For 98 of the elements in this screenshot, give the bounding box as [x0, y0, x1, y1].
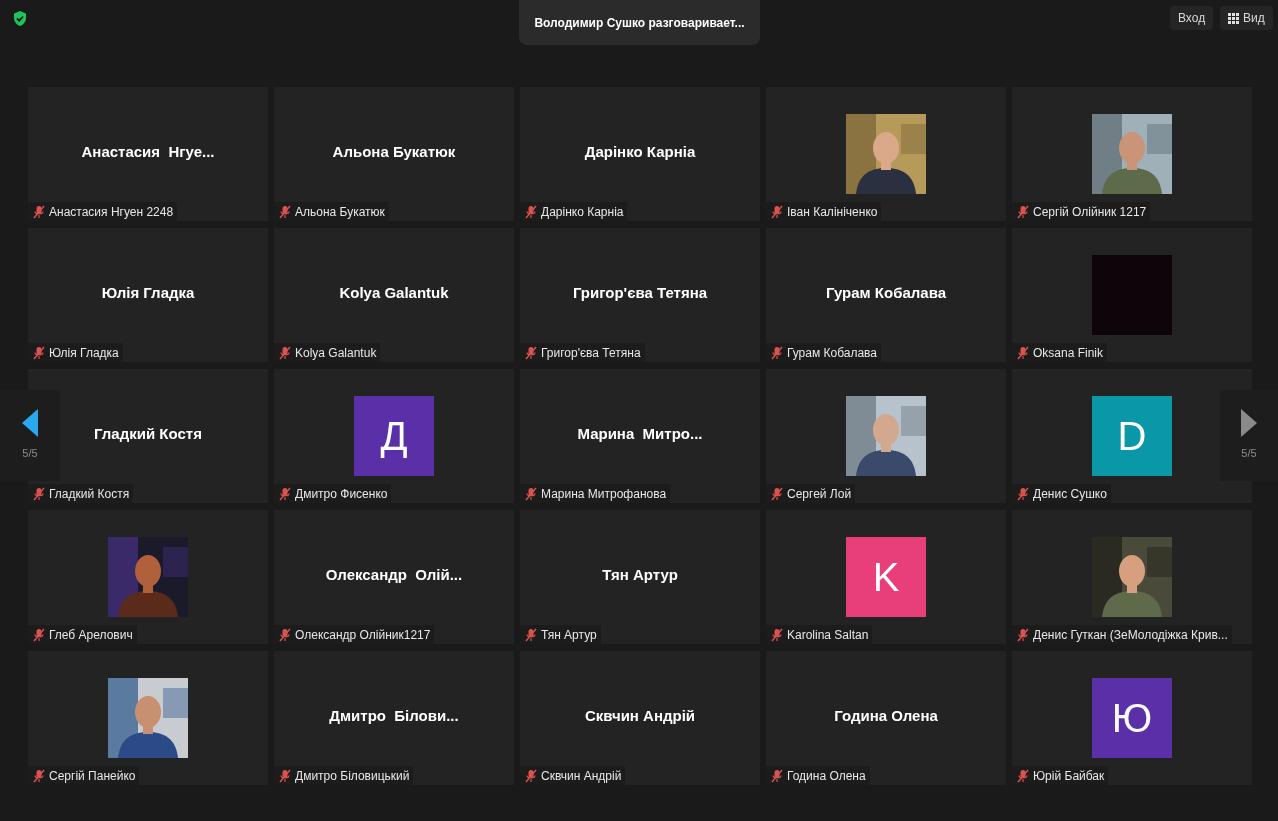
avatar-tile: Д [354, 396, 434, 476]
name-label: Гурам Кобалава [766, 343, 882, 362]
video-tile[interactable]: Сергій Олійник 1217 [1012, 87, 1252, 221]
avatar-tile: Ю [1092, 678, 1172, 758]
muted-mic-icon [771, 345, 783, 360]
video-tile[interactable]: Д Дмитро Фисенко [274, 369, 514, 503]
video-tile[interactable]: Дмитро Білови... Дмитро Біловицький [274, 651, 514, 785]
video-tile[interactable]: Kolya Galantuk Kolya Galantuk [274, 228, 514, 362]
muted-mic-icon [525, 627, 537, 642]
name-label: Денис Гуткан (ЗеМолодіжка Крив... [1012, 625, 1232, 644]
name-label: Олександр Олійник1217 [274, 625, 435, 644]
participant-name: Дмитро Білови... [329, 705, 459, 726]
name-label: Іван Калініченко [766, 202, 882, 221]
previous-page-button[interactable] [22, 409, 38, 438]
participant-name: Анастасия Нгуе... [81, 141, 215, 162]
muted-mic-icon [33, 486, 45, 501]
video-tile[interactable]: Сергій Панейко [28, 651, 268, 785]
muted-mic-icon [33, 204, 45, 219]
video-tile[interactable]: Марина Митро... Марина Митрофанова [520, 369, 760, 503]
shield-icon[interactable] [12, 10, 28, 27]
name-label: Oksana Finik [1012, 343, 1108, 362]
muted-mic-icon [33, 627, 45, 642]
video-tile[interactable]: Сергей Лой [766, 369, 1006, 503]
avatar-tile: D [1092, 396, 1172, 476]
name-label: Сергій Панейко [28, 766, 140, 785]
participant-name: Година Олена [834, 705, 938, 726]
participant-name: Марина Митро... [577, 423, 703, 444]
video-tile[interactable]: Денис Гуткан (ЗеМолодіжка Крив... [1012, 510, 1252, 644]
video-tile[interactable]: Олександр Олій... Олександр Олійник1217 [274, 510, 514, 644]
next-page-button[interactable] [1241, 409, 1257, 438]
muted-mic-icon [771, 204, 783, 219]
video-tile[interactable]: Сквчин Андрій Сквчин Андрій [520, 651, 760, 785]
muted-mic-icon [279, 486, 291, 501]
muted-mic-icon [525, 768, 537, 783]
muted-mic-icon [279, 204, 291, 219]
muted-mic-icon [279, 345, 291, 360]
name-label: Сергій Олійник 1217 [1012, 202, 1151, 221]
muted-mic-icon [33, 768, 45, 783]
name-label: Сергей Лой [766, 484, 856, 503]
video-tile[interactable]: Глеб Арелович [28, 510, 268, 644]
name-label: Анастасия Нгуен 2248 [28, 202, 178, 221]
video-tile[interactable]: Тян Артур Тян Артур [520, 510, 760, 644]
grid-icon [1228, 12, 1239, 24]
muted-mic-icon [1017, 486, 1029, 501]
name-label: Kolya Galantuk [274, 343, 381, 362]
muted-mic-icon [525, 345, 537, 360]
video-tile[interactable]: Іван Калініченко [766, 87, 1006, 221]
view-button[interactable]: Вид [1220, 6, 1273, 30]
muted-mic-icon [279, 768, 291, 783]
muted-mic-icon [33, 345, 45, 360]
muted-mic-icon [1017, 345, 1029, 360]
name-label: Karolina Saltan [766, 625, 873, 644]
name-label: Марина Митрофанова [520, 484, 671, 503]
participant-name: Тян Артур [602, 564, 678, 585]
video-tile[interactable]: Дарінко Карніа Дарінко Карніа [520, 87, 760, 221]
participant-name: Kolya Galantuk [339, 282, 449, 303]
participant-name: Юлія Гладка [101, 282, 195, 303]
muted-mic-icon [525, 204, 537, 219]
name-label: Година Олена [766, 766, 870, 785]
muted-mic-icon [525, 486, 537, 501]
name-label: Дарінко Карніа [520, 202, 628, 221]
muted-mic-icon [1017, 627, 1029, 642]
muted-mic-icon [279, 627, 291, 642]
participant-name: Григор'єва Тетяна [572, 282, 708, 303]
name-label: Дмитро Фисенко [274, 484, 392, 503]
name-label: Григор'єва Тетяна [520, 343, 645, 362]
muted-mic-icon [1017, 204, 1029, 219]
name-label: Дмитро Біловицький [274, 766, 414, 785]
video-tile[interactable]: Юлія Гладка Юлія Гладка [28, 228, 268, 362]
avatar-tile: K [846, 537, 926, 617]
video-tile[interactable]: Анастасия Нгуе... Анастасия Нгуен 2248 [28, 87, 268, 221]
name-label: Юрій Байбак [1012, 766, 1109, 785]
participant-name: Гладкий Костя [94, 423, 202, 444]
name-label: Денис Сушко [1012, 484, 1111, 503]
name-label: Альона Букатюк [274, 202, 389, 221]
name-label: Гладкий Костя [28, 484, 134, 503]
video-tile[interactable]: Григор'єва Тетяна Григор'єва Тетяна [520, 228, 760, 362]
name-label: Сквчин Андрій [520, 766, 626, 785]
video-tile[interactable]: Година Олена Година Олена [766, 651, 1006, 785]
participant-name: Гурам Кобалава [826, 282, 946, 303]
video-tile[interactable]: K Karolina Saltan [766, 510, 1006, 644]
participant-name: Дарінко Карніа [584, 141, 696, 162]
name-label: Глеб Арелович [28, 625, 137, 644]
enter-button[interactable]: Вход [1170, 6, 1214, 30]
speaker-banner: Володимир Сушко разговаривает... [519, 0, 760, 45]
muted-mic-icon [771, 486, 783, 501]
video-tile[interactable]: Альона Букатюк Альона Букатюк [274, 87, 514, 221]
participant-name: Олександр Олій... [325, 564, 463, 585]
participant-name: Сквчин Андрій [584, 705, 696, 726]
muted-mic-icon [1017, 768, 1029, 783]
muted-mic-icon [771, 627, 783, 642]
name-label: Юлія Гладка [28, 343, 123, 362]
video-tile[interactable]: Ю Юрій Байбак [1012, 651, 1252, 785]
video-tile[interactable]: Гурам Кобалава Гурам Кобалава [766, 228, 1006, 362]
name-label: Тян Артур [520, 625, 601, 644]
muted-mic-icon [771, 768, 783, 783]
participant-name: Альона Букатюк [332, 141, 456, 162]
video-tile[interactable]: Oksana Finik [1012, 228, 1252, 362]
